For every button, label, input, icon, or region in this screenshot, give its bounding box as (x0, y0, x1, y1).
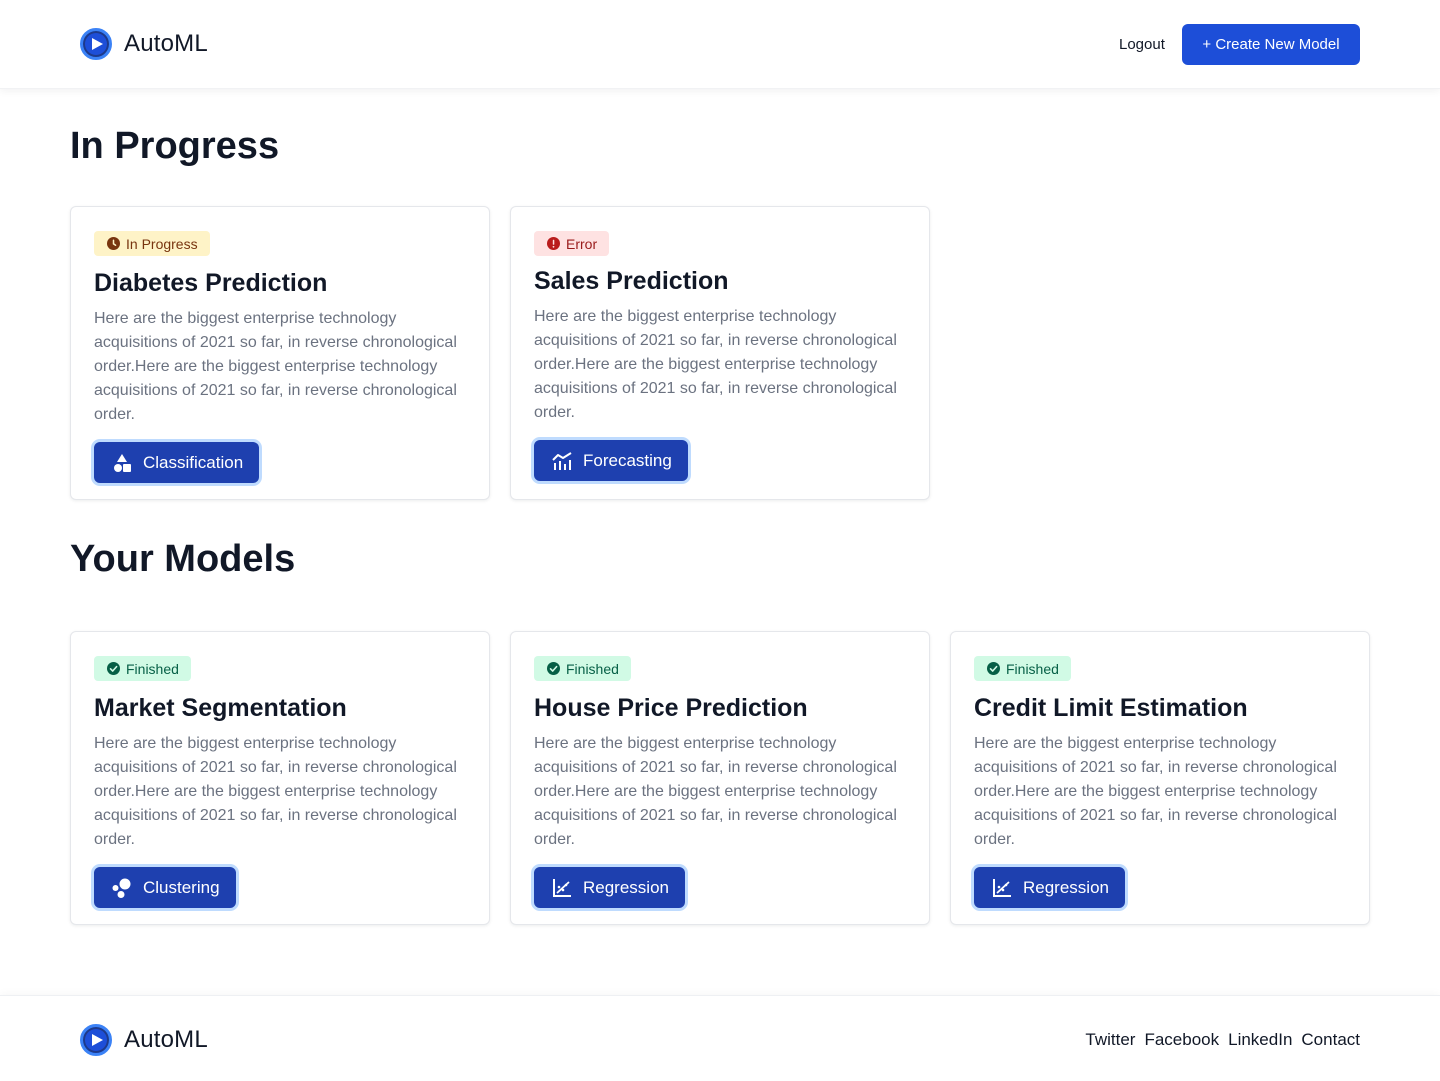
card-title: Credit Limit Estimation (974, 694, 1248, 722)
type-label: Clustering (143, 877, 220, 897)
card-title: Market Segmentation (94, 694, 347, 722)
top-nav: AutoML Logout + Create New Model (0, 0, 1440, 89)
model-card[interactable]: Error Sales Prediction Here are the bigg… (510, 206, 930, 500)
card-title: House Price Prediction (534, 694, 808, 722)
classification-button[interactable]: Classification (94, 442, 260, 483)
status-badge: Finished (534, 656, 631, 681)
forecasting-button[interactable]: Forecasting (534, 440, 688, 481)
brand-name: AutoML (124, 30, 208, 57)
brand[interactable]: AutoML (80, 28, 208, 60)
create-new-model-button[interactable]: + Create New Model (1182, 24, 1360, 65)
model-card[interactable]: In Progress Diabetes Prediction Here are… (70, 206, 490, 500)
exclamation-icon (547, 237, 560, 250)
footer-link-contact[interactable]: Contact (1301, 1030, 1360, 1050)
card-description: Here are the biggest enterprise technolo… (974, 735, 1337, 848)
type-label: Regression (1023, 877, 1109, 897)
type-label: Classification (143, 452, 244, 472)
status-label: Finished (126, 660, 179, 677)
type-label: Regression (583, 877, 669, 897)
regression-button[interactable]: Regression (974, 867, 1125, 908)
footer-link-linkedin[interactable]: LinkedIn (1228, 1030, 1292, 1050)
shapes-icon (111, 452, 133, 474)
check-circle-icon (107, 662, 120, 675)
card-title: Diabetes Prediction (94, 269, 328, 297)
play-logo-icon (80, 28, 112, 60)
forecast-chart-icon (551, 450, 573, 472)
footer-link-twitter[interactable]: Twitter (1085, 1030, 1135, 1050)
status-label: Error (566, 235, 598, 252)
in-progress-heading: In Progress (70, 125, 280, 167)
model-card[interactable]: Finished Credit Limit Estimation Here ar… (950, 631, 1370, 925)
clustering-button[interactable]: Clustering (94, 867, 236, 908)
status-label: Finished (1006, 660, 1059, 677)
card-description: Here are the biggest enterprise technolo… (94, 310, 457, 423)
card-title: Sales Prediction (534, 267, 729, 295)
card-description: Here are the biggest enterprise technolo… (534, 735, 897, 848)
footer-brand[interactable]: AutoML (80, 1024, 208, 1056)
model-card[interactable]: Finished House Price Prediction Here are… (510, 631, 930, 925)
status-label: Finished (566, 660, 619, 677)
regression-chart-icon (551, 877, 573, 899)
play-logo-icon (80, 1024, 112, 1056)
status-badge: Finished (974, 656, 1071, 681)
footer-links: Twitter Facebook LinkedIn Contact (1085, 1030, 1360, 1050)
footer: AutoML Twitter Facebook LinkedIn Contact (0, 995, 1440, 1081)
model-card[interactable]: Finished Market Segmentation Here are th… (70, 631, 490, 925)
status-badge: In Progress (94, 231, 210, 256)
status-badge: Error (534, 231, 610, 256)
brand-name: AutoML (124, 1026, 208, 1053)
type-label: Forecasting (583, 450, 672, 470)
regression-chart-icon (991, 877, 1013, 899)
status-label: In Progress (126, 235, 198, 252)
check-circle-icon (987, 662, 1000, 675)
card-description: Here are the biggest enterprise technolo… (534, 308, 897, 421)
card-description: Here are the biggest enterprise technolo… (94, 735, 457, 848)
your-models-heading: Your Models (70, 538, 296, 580)
clock-icon (107, 237, 120, 250)
status-badge: Finished (94, 656, 191, 681)
regression-button[interactable]: Regression (534, 867, 685, 908)
footer-link-facebook[interactable]: Facebook (1144, 1030, 1219, 1050)
logout-link[interactable]: Logout (1119, 36, 1165, 53)
check-circle-icon (547, 662, 560, 675)
clusters-icon (111, 877, 133, 899)
